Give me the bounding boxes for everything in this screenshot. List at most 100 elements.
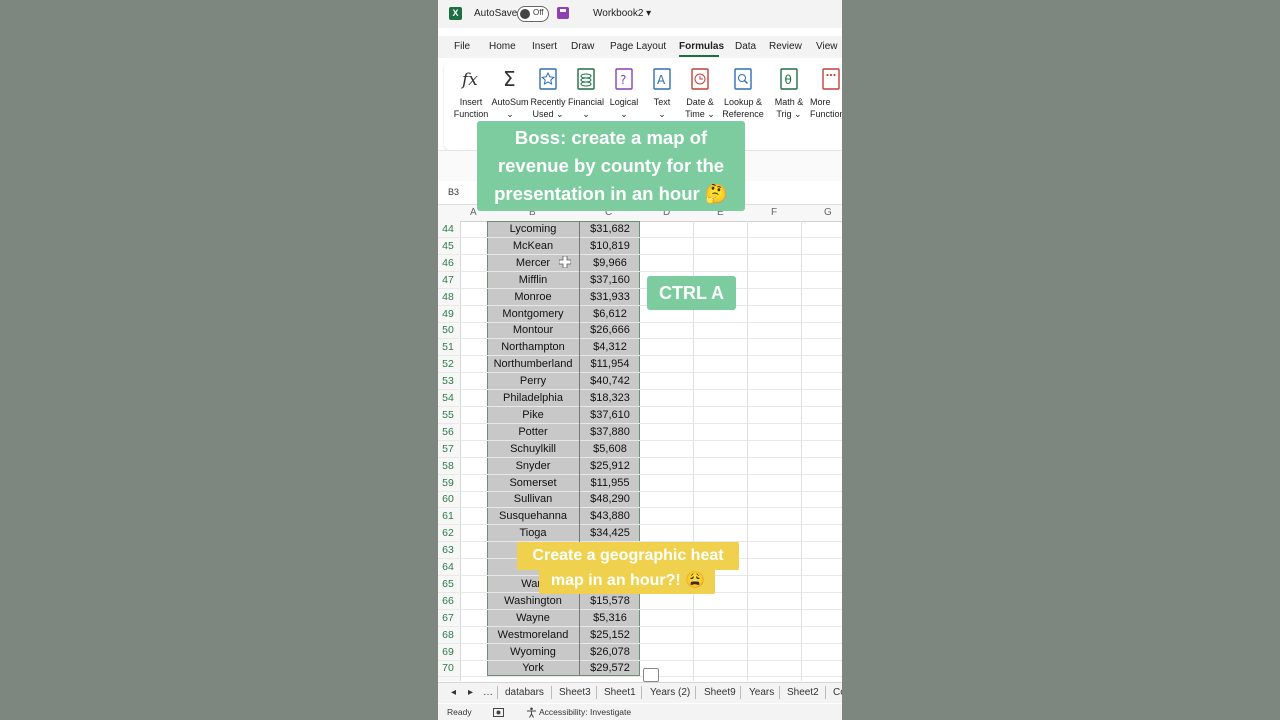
revenue-cell[interactable]: $18,323: [580, 390, 640, 406]
county-cell[interactable]: Westmoreland: [487, 627, 579, 643]
row-number[interactable]: 54: [438, 390, 458, 406]
revenue-cell[interactable]: $37,610: [580, 407, 640, 423]
row-number[interactable]: 63: [438, 542, 458, 558]
row-number[interactable]: 57: [438, 441, 458, 457]
row-number[interactable]: 52: [438, 356, 458, 372]
row-number[interactable]: 55: [438, 407, 458, 423]
county-cell[interactable]: Montgomery: [487, 306, 579, 322]
more-functions-button[interactable]: More Functions: [810, 68, 842, 120]
table-row[interactable]: 55 Pike $37,610: [438, 407, 842, 424]
next-sheet-icon[interactable]: ▸: [468, 687, 473, 698]
sheet-tab-truncated[interactable]: Co: [833, 687, 842, 698]
county-cell[interactable]: Potter: [487, 424, 579, 440]
revenue-cell[interactable]: $29,572: [580, 660, 640, 676]
sheet-tab-sheet2[interactable]: Sheet2: [787, 687, 819, 698]
text-button[interactable]: A Text ⌄: [641, 68, 683, 120]
table-row[interactable]: 58 Snyder $25,912: [438, 458, 842, 475]
revenue-cell[interactable]: $26,666: [580, 322, 640, 338]
county-cell[interactable]: Pike: [487, 407, 579, 423]
row-number[interactable]: 61: [438, 508, 458, 524]
revenue-cell[interactable]: $37,880: [580, 424, 640, 440]
table-row[interactable]: 44 Lycoming $31,682: [438, 221, 842, 238]
table-row[interactable]: 59 Somerset $11,955: [438, 475, 842, 492]
row-number[interactable]: 71: [438, 677, 458, 681]
row-number[interactable]: 44: [438, 221, 458, 237]
row-number[interactable]: 59: [438, 475, 458, 491]
tab-data[interactable]: Data: [735, 41, 756, 52]
revenue-cell[interactable]: $11,954: [580, 356, 640, 372]
county-cell[interactable]: Lycoming: [487, 221, 579, 237]
row-number[interactable]: 69: [438, 644, 458, 660]
table-row[interactable]: 67 Wayne $5,316: [438, 610, 842, 627]
row-number[interactable]: 45: [438, 238, 458, 254]
accessibility-status[interactable]: Accessibility: Investigate: [539, 707, 631, 717]
sheet-tab-years-2[interactable]: Years (2): [650, 687, 690, 698]
row-number[interactable]: 49: [438, 306, 458, 322]
col-header-g[interactable]: G: [824, 207, 832, 218]
row-number[interactable]: 60: [438, 491, 458, 507]
table-row[interactable]: 47 Mifflin $37,160: [438, 272, 842, 289]
insert-function-button[interactable]: fx Insert Function: [450, 68, 492, 120]
revenue-cell[interactable]: $11,955: [580, 475, 640, 491]
macro-record-icon[interactable]: [493, 708, 504, 717]
save-icon[interactable]: [557, 7, 569, 19]
revenue-cell[interactable]: $9,966: [580, 255, 640, 271]
table-row[interactable]: 52 Northumberland $11,954: [438, 356, 842, 374]
col-header-a[interactable]: A: [470, 207, 477, 218]
row-number[interactable]: 53: [438, 373, 458, 389]
row-number[interactable]: 58: [438, 458, 458, 474]
table-row[interactable]: 54 Philadelphia $18,323: [438, 390, 842, 407]
revenue-cell[interactable]: $48,290: [580, 491, 640, 507]
revenue-cell[interactable]: $37,160: [580, 272, 640, 288]
table-row[interactable]: 62 Tioga $34,425: [438, 525, 842, 543]
cell-grid[interactable]: 44 Lycoming $31,682 45 McKean $10,819 46 Mercer…: [438, 221, 842, 681]
date-time-button[interactable]: Date & Time ⌄: [679, 68, 721, 120]
table-row[interactable]: 48 Monroe $31,933: [438, 289, 842, 306]
county-cell[interactable]: Schuylkill: [487, 441, 579, 457]
county-cell[interactable]: Wyoming: [487, 644, 579, 660]
revenue-cell[interactable]: $31,682: [580, 221, 640, 237]
table-row[interactable]: 49 Montgomery $6,612: [438, 306, 842, 323]
county-cell[interactable]: McKean: [487, 238, 579, 254]
more-sheets-icon[interactable]: …: [483, 687, 493, 698]
revenue-cell[interactable]: $26,078: [580, 644, 640, 660]
county-cell[interactable]: Tioga: [487, 525, 579, 541]
revenue-cell[interactable]: $6,612: [580, 306, 640, 322]
table-row[interactable]: 56 Potter $37,880: [438, 424, 842, 441]
accessibility-icon[interactable]: [526, 707, 537, 718]
math-trig-button[interactable]: θ Math & Trig ⌄: [768, 68, 810, 120]
sheet-tab-years[interactable]: Years: [749, 687, 774, 698]
row-number[interactable]: 51: [438, 339, 458, 355]
county-cell[interactable]: Sullivan: [487, 491, 579, 507]
county-cell[interactable]: Washington: [487, 593, 579, 609]
table-row[interactable]: 69 Wyoming $26,078: [438, 644, 842, 661]
tab-review[interactable]: Review: [769, 41, 802, 52]
logical-button[interactable]: ? Logical ⌄: [603, 68, 645, 120]
revenue-cell[interactable]: $4,312: [580, 339, 640, 355]
county-cell[interactable]: Wayne: [487, 610, 579, 626]
row-number[interactable]: 67: [438, 610, 458, 626]
sheet-tab-databars[interactable]: databars: [505, 687, 544, 698]
tab-file[interactable]: File: [454, 41, 470, 52]
county-cell[interactable]: Susquehanna: [487, 508, 579, 524]
table-row[interactable]: 60 Sullivan $48,290: [438, 491, 842, 509]
sheet-tab-sheet1[interactable]: Sheet1: [604, 687, 636, 698]
county-cell[interactable]: Monroe: [487, 289, 579, 305]
quick-analysis-icon[interactable]: [643, 668, 659, 682]
col-header-f[interactable]: F: [771, 207, 777, 218]
row-number[interactable]: 66: [438, 593, 458, 609]
row-number[interactable]: 47: [438, 272, 458, 288]
county-cell[interactable]: Philadelphia: [487, 390, 579, 406]
table-row[interactable]: 46 Mercer $9,966: [438, 255, 842, 272]
revenue-cell[interactable]: $10,819: [580, 238, 640, 254]
county-cell[interactable]: Northumberland: [487, 356, 579, 372]
county-cell[interactable]: Montour: [487, 322, 579, 338]
row-number[interactable]: 65: [438, 576, 458, 592]
sheet-tab-sheet3[interactable]: Sheet3: [559, 687, 591, 698]
revenue-cell[interactable]: $25,152: [580, 627, 640, 643]
prev-sheet-icon[interactable]: ◂: [451, 687, 456, 698]
revenue-cell[interactable]: $25,912: [580, 458, 640, 474]
county-cell[interactable]: Perry: [487, 373, 579, 389]
table-row[interactable]: 70 York $29,572: [438, 660, 842, 678]
recently-used-button[interactable]: Recently Used ⌄: [527, 68, 569, 120]
